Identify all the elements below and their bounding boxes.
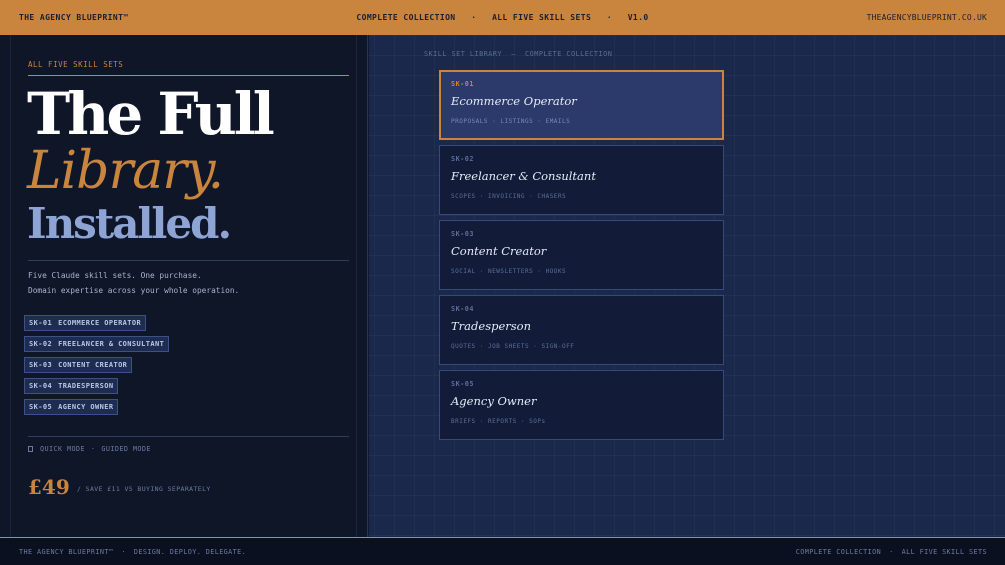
price: £49 bbox=[28, 475, 70, 499]
skill-chip-sk05[interactable]: SK-05 AGENCY OWNER bbox=[24, 399, 119, 415]
library-subtitle: COMPLETE COLLECTION bbox=[525, 50, 613, 58]
footer-collection: COMPLETE COLLECTION bbox=[795, 547, 882, 556]
footer-right: COMPLETE COLLECTION · ALL FIVE SKILL SETS bbox=[796, 548, 987, 556]
mode-icon bbox=[28, 446, 33, 452]
skill-chip-sk03[interactable]: SK-03 CONTENT CREATOR bbox=[24, 357, 133, 373]
headline-line-1: The Full bbox=[27, 80, 275, 148]
card-tags: SCOPES · INVOICING · CHASERS bbox=[451, 193, 567, 200]
collection-heading: COMPLETE COLLECTION · ALL FIVE SKILL SET… bbox=[0, 13, 1005, 22]
chip-label: CONTENT CREATOR bbox=[58, 361, 128, 369]
chip-label: AGENCY OWNER bbox=[58, 403, 114, 411]
library-label: SKILL SET LIBRARY — COMPLETE COLLECTION bbox=[424, 50, 612, 58]
version-label: V1.0 bbox=[627, 13, 649, 22]
description-line-1: Five Claude skill sets. One purchase. bbox=[28, 271, 202, 280]
card-title: Tradesperson bbox=[451, 319, 531, 333]
skill-sets-title: ALL FIVE SKILL SETS bbox=[492, 13, 592, 22]
separator: · bbox=[90, 445, 96, 453]
card-code: SK-03 bbox=[451, 230, 474, 238]
chip-code: SK-02 bbox=[29, 340, 53, 348]
card-title: Content Creator bbox=[451, 244, 547, 258]
skill-chip-list: SK-01 ECOMMERCE OPERATOR SK-02 FREELANCER … bbox=[24, 315, 170, 420]
chip-label: ECOMMERCE OPERATOR bbox=[58, 319, 142, 327]
separator: · bbox=[606, 13, 613, 22]
divider bbox=[28, 260, 349, 261]
separator: · bbox=[889, 547, 894, 556]
description-line-2: Domain expertise across your whole opera… bbox=[28, 286, 240, 295]
headline-line-2: Library. bbox=[27, 141, 224, 201]
card-code: SK-01 bbox=[451, 80, 474, 88]
separator: — bbox=[511, 50, 516, 58]
description: Five Claude skill sets. One purchase. Do… bbox=[28, 268, 239, 298]
card-code: SK-05 bbox=[451, 380, 474, 388]
skill-card-sk04[interactable]: SK-04 Tradesperson QUOTES · JOB SHEETS ·… bbox=[439, 295, 724, 365]
left-panel: ALL FIVE SKILL SETS The Full Library. In… bbox=[0, 35, 368, 537]
brand-name[interactable]: THE AGENCY BLUEPRINT™ bbox=[19, 13, 129, 22]
card-tags: PROPOSALS · LISTINGS · EMAILS bbox=[451, 118, 571, 125]
skill-chip-sk02[interactable]: SK-02 FREELANCER & CONSULTANT bbox=[24, 336, 170, 352]
skill-card-sk01[interactable]: SK-01 Ecommerce Operator PROPOSALS · LIS… bbox=[439, 70, 724, 140]
skill-card-list: SK-01 Ecommerce Operator PROPOSALS · LIS… bbox=[439, 70, 724, 445]
separator: · bbox=[471, 13, 477, 22]
chip-label: FREELANCER & CONSULTANT bbox=[58, 340, 165, 348]
card-title: Ecommerce Operator bbox=[451, 94, 577, 108]
divider bbox=[28, 436, 349, 437]
card-code: SK-02 bbox=[451, 155, 474, 163]
footer-left: THE AGENCY BLUEPRINT™ · DESIGN. DEPLOY. DE… bbox=[19, 548, 246, 556]
mode-selector: QUICK MODE · GUIDED MODE bbox=[28, 445, 151, 453]
chip-code: SK-03 bbox=[29, 361, 53, 369]
quick-mode-option[interactable]: QUICK MODE bbox=[40, 445, 85, 453]
footer-brand[interactable]: THE AGENCY BLUEPRINT™ bbox=[19, 548, 113, 556]
bottom-bar: THE AGENCY BLUEPRINT™ · DESIGN. DEPLOY. DE… bbox=[0, 537, 1005, 565]
separator: · bbox=[121, 547, 126, 556]
skill-card-sk02[interactable]: SK-02 Freelancer & Consultant SCOPES · I… bbox=[439, 145, 724, 215]
library-canvas: SKILL SET LIBRARY — COMPLETE COLLECTION … bbox=[369, 35, 1005, 537]
top-bar: THE AGENCY BLUEPRINT™ COMPLETE COLLECTIO… bbox=[0, 0, 1005, 35]
chip-label: TRADESPERSON bbox=[58, 382, 114, 390]
guided-mode-option[interactable]: GUIDED MODE bbox=[101, 445, 150, 453]
chip-code: SK-05 bbox=[29, 403, 53, 411]
card-tags: QUOTES · JOB SHEETS · SIGN-OFF bbox=[451, 343, 575, 350]
library-title: SKILL SET LIBRARY bbox=[424, 50, 503, 58]
price-note: / SAVE £11 VS BUYING SEPARATELY bbox=[77, 485, 211, 493]
eyebrow-label: ALL FIVE SKILL SETS bbox=[28, 60, 349, 76]
site-link[interactable]: THEAGENCYBLUEPRINT.CO.UK bbox=[867, 13, 987, 22]
card-code: SK-04 bbox=[451, 305, 474, 313]
card-tags: SOCIAL · NEWSLETTERS · HOOKS bbox=[451, 268, 567, 275]
skill-chip-sk04[interactable]: SK-04 TRADESPERSON bbox=[24, 378, 119, 394]
skill-card-sk05[interactable]: SK-05 Agency Owner BRIEFS · REPORTS · SO… bbox=[439, 370, 724, 440]
skill-chip-sk01[interactable]: SK-01 ECOMMERCE OPERATOR bbox=[24, 315, 147, 331]
card-tags: BRIEFS · REPORTS · SOPs bbox=[451, 418, 546, 425]
footer-tagline: DESIGN. DEPLOY. DELEGATE. bbox=[133, 547, 247, 556]
footer-skill-sets: ALL FIVE SKILL SETS bbox=[901, 547, 987, 556]
card-title: Agency Owner bbox=[451, 394, 537, 408]
card-title: Freelancer & Consultant bbox=[451, 169, 596, 183]
skill-card-sk03[interactable]: SK-03 Content Creator SOCIAL · NEWSLETTE… bbox=[439, 220, 724, 290]
headline-line-3: Installed. bbox=[27, 199, 232, 248]
chip-code: SK-04 bbox=[29, 382, 53, 390]
chip-code: SK-01 bbox=[29, 319, 53, 327]
collection-title: COMPLETE COLLECTION bbox=[356, 13, 456, 22]
